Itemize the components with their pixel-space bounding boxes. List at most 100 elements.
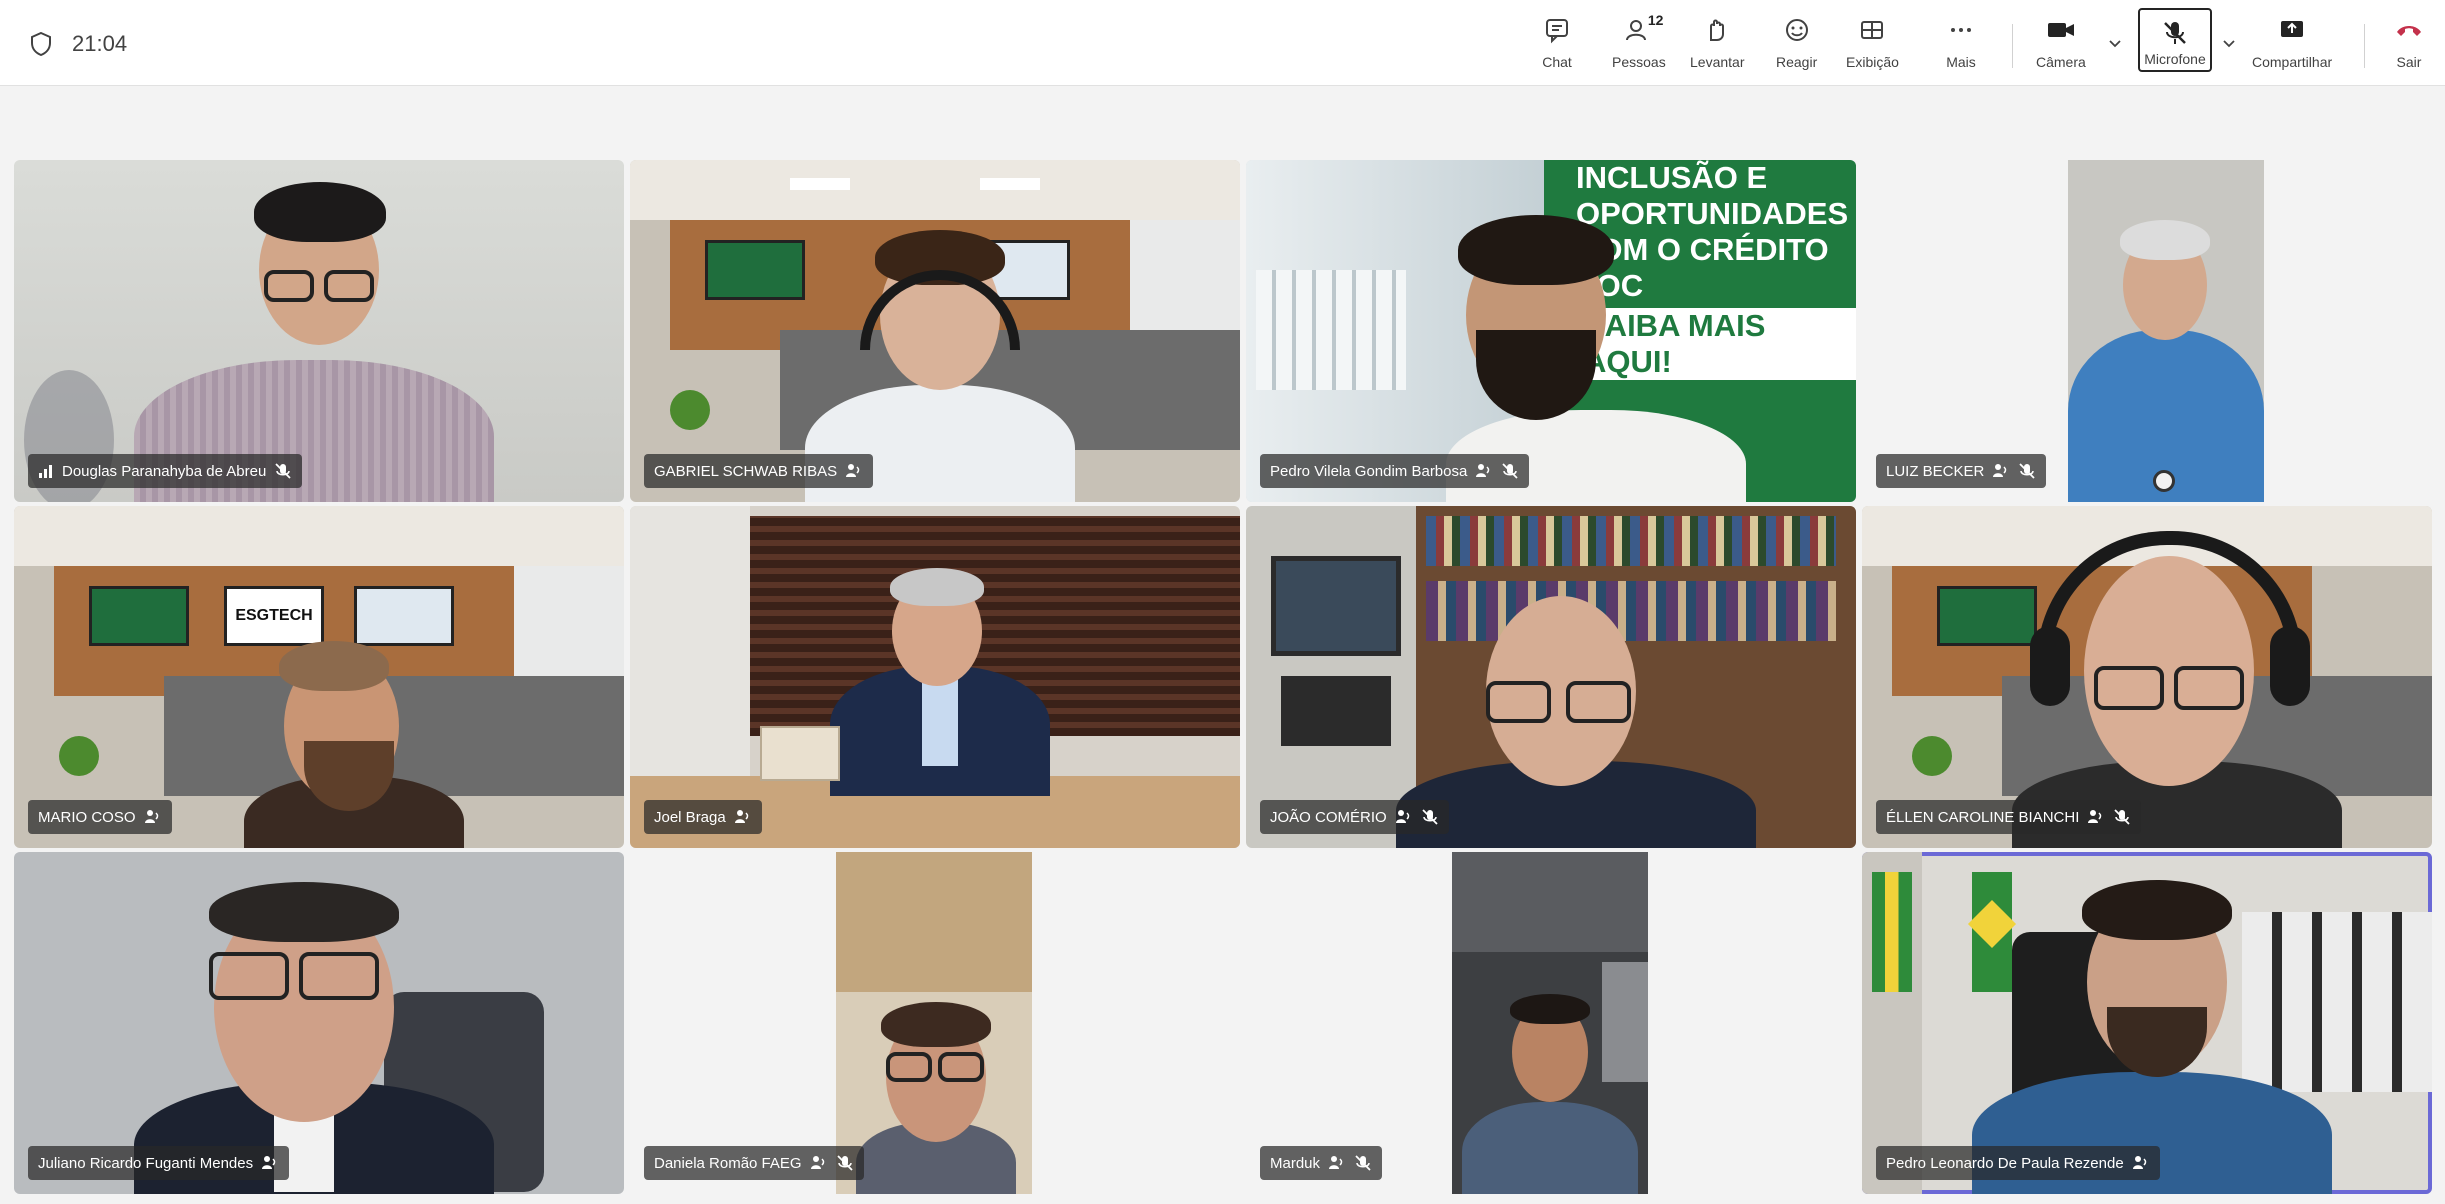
mic-muted-icon [1422, 809, 1438, 825]
video-feed [14, 852, 624, 1194]
banner-text: INCLUSÃO E OPORTUNIDADES COM O CRÉDITO S… [1576, 160, 1856, 380]
participant-name-tag: Juliano Ricardo Fuganti Mendes [28, 1146, 290, 1180]
video-feed [1452, 852, 1648, 1194]
participant-name-tag: ÉLLEN CAROLINE BIANCHI [1876, 800, 2142, 834]
mic-muted-icon [275, 463, 291, 479]
mic-muted-icon [2019, 463, 2035, 479]
banner-line: SAIBA MAIS AQUI! [1576, 308, 1856, 380]
video-grid: Douglas Paranahyba de Abreu GABRIEL SCHW… [0, 86, 2445, 1204]
signal-strength-icon [39, 465, 52, 478]
more-dots-icon [1944, 14, 1978, 46]
mic-muted-icon [2114, 809, 2131, 825]
people-button[interactable]: 12 Pessoas [1612, 12, 1666, 78]
participant-tile[interactable]: GABRIEL SCHWAB RIBAS [630, 160, 1240, 502]
participant-name-tag: JOÃO COMÉRIO [1260, 800, 1449, 834]
people-label: Pessoas [1612, 54, 1666, 70]
share-label: Compartilhar [2252, 54, 2333, 70]
video-feed [2068, 160, 2264, 502]
participant-tile[interactable]: Douglas Paranahyba de Abreu [14, 160, 624, 502]
participant-name: Daniela Romão FAEG [654, 1154, 802, 1172]
participant-name-tag: Marduk [1260, 1146, 1383, 1180]
mic-muted-icon [836, 1155, 853, 1171]
participant-name: Pedro Leonardo De Paula Rezende [1886, 1154, 2124, 1172]
meeting-toolbar: 21:04 Chat 12 Pessoas Levantar Reagir Ex… [0, 0, 2445, 86]
presenter-icon [734, 810, 748, 823]
raise-hand-label: Levantar [1690, 54, 1745, 70]
microphone-label: Microfone [2144, 51, 2206, 67]
presenter-icon [2132, 1156, 2146, 1169]
participant-name: GABRIEL SCHWAB RIBAS [654, 462, 838, 480]
banner-line: OPORTUNIDADES [1576, 196, 1849, 231]
participant-name: Douglas Paranahyba de Abreu [62, 462, 267, 480]
participant-tile[interactable]: JOÃO COMÉRIO [1246, 506, 1856, 848]
participant-name: JOÃO COMÉRIO [1270, 808, 1387, 826]
microphone-button[interactable]: Microfone [2138, 8, 2212, 78]
camera-icon [2044, 14, 2078, 46]
video-feed [630, 506, 1240, 848]
chat-button[interactable]: Chat [1540, 14, 1574, 78]
layout-grid-icon [1855, 14, 1889, 46]
shield-icon [31, 32, 51, 56]
participant-name: Juliano Ricardo Fuganti Mendes [38, 1154, 254, 1172]
participant-name: Pedro Vilela Gondim Barbosa [1270, 462, 1468, 480]
video-feed [836, 852, 1032, 1194]
participant-tile[interactable]: Juliano Ricardo Fuganti Mendes [14, 852, 624, 1194]
share-button[interactable]: Compartilhar [2252, 14, 2332, 78]
mic-muted-icon [1502, 463, 1518, 479]
participant-tile[interactable]: Marduk [1246, 852, 1856, 1194]
chat-icon [1540, 14, 1574, 46]
video-feed [1246, 506, 1856, 848]
leave-label: Sair [2396, 54, 2422, 70]
participant-name-tag: LUIZ BECKER [1876, 454, 2047, 488]
video-feed: ESGTECH [14, 506, 624, 848]
participant-tile[interactable]: LUIZ BECKER [1862, 160, 2432, 502]
presenter-icon [144, 810, 158, 823]
react-button[interactable]: Reagir [1776, 14, 1817, 78]
participant-tile[interactable]: INCLUSÃO E OPORTUNIDADES COM O CRÉDITO S… [1246, 160, 1856, 502]
camera-button[interactable]: Câmera [2036, 14, 2086, 78]
participant-name: Marduk [1270, 1154, 1321, 1172]
more-label: Mais [1946, 54, 1976, 70]
presenter-icon [1395, 810, 1409, 823]
video-feed [630, 160, 1240, 502]
toolbar-divider [2364, 24, 2365, 68]
participant-name-tag: Pedro Vilela Gondim Barbosa [1260, 454, 1530, 488]
participant-name: LUIZ BECKER [1886, 462, 1985, 480]
hang-up-phone-icon [2392, 14, 2426, 46]
participant-tile[interactable]: ESGTECH MARIO COSO [14, 506, 624, 848]
participant-tile[interactable]: ÉLLEN CAROLINE BIANCHI [1862, 506, 2432, 848]
participant-name-tag: Daniela Romão FAEG [644, 1146, 864, 1180]
view-button[interactable]: Exibição [1846, 14, 1899, 78]
participant-tile[interactable]: Daniela Romão FAEG [630, 852, 1240, 1194]
banner-line: COM O CRÉDITO SOC [1576, 232, 1829, 303]
participant-name: MARIO COSO [38, 808, 136, 826]
people-icon: 12 [1622, 12, 1663, 46]
presenter-icon [262, 1156, 276, 1169]
raise-hand-button[interactable]: Levantar [1690, 14, 1744, 78]
participant-name-tag: Pedro Leonardo De Paula Rezende [1876, 1146, 2160, 1180]
microphone-chevron-down-icon[interactable] [2222, 36, 2236, 50]
more-button[interactable]: Mais [1944, 14, 1978, 78]
banner-line: INCLUSÃO E [1576, 160, 1768, 195]
presenter-icon [1329, 1156, 1343, 1169]
participant-name: ÉLLEN CAROLINE BIANCHI [1886, 808, 2080, 826]
toolbar-divider [2012, 24, 2013, 68]
view-label: Exibição [1846, 54, 1899, 70]
presenter-icon [846, 464, 860, 477]
share-screen-icon [2275, 14, 2309, 46]
camera-label: Câmera [2036, 54, 2086, 70]
participant-name-tag: Douglas Paranahyba de Abreu [28, 454, 303, 488]
camera-chevron-down-icon[interactable] [2108, 36, 2122, 50]
emoji-icon [1780, 14, 1814, 46]
mic-muted-icon [1355, 1155, 1371, 1171]
esg-logo: ESGTECH [224, 586, 324, 646]
video-feed [14, 160, 624, 502]
participant-name-tag: Joel Braga [644, 800, 762, 834]
participant-tile[interactable]: Joel Braga [630, 506, 1240, 848]
presenter-icon [810, 1156, 824, 1169]
video-feed [1862, 506, 2432, 848]
participant-name: Joel Braga [654, 808, 726, 826]
video-feed: INCLUSÃO E OPORTUNIDADES COM O CRÉDITO S… [1246, 160, 1856, 502]
leave-button[interactable]: Sair [2392, 14, 2426, 78]
participant-tile-selected[interactable]: Pedro Leonardo De Paula Rezende [1862, 852, 2432, 1194]
